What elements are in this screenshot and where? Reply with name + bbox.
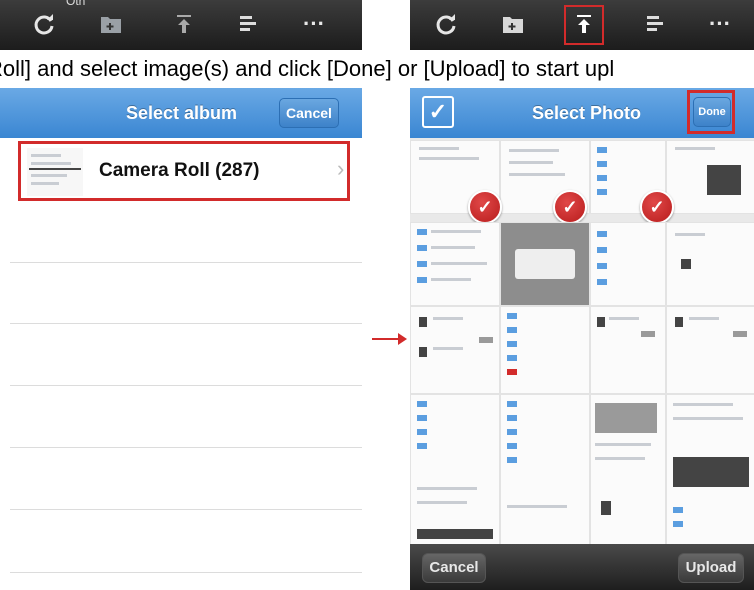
- list-separator: [10, 385, 362, 386]
- upload-button[interactable]: Upload: [678, 553, 744, 583]
- cancel-label: Cancel: [429, 559, 479, 576]
- photo-thumbnail[interactable]: [590, 394, 666, 546]
- cancel-button[interactable]: Cancel: [279, 98, 339, 128]
- refresh-icon[interactable]: [30, 10, 58, 38]
- album-name: Camera Roll (287): [99, 160, 260, 181]
- caption-text: Roll] and select image(s) and click [Don…: [0, 56, 615, 81]
- select-all-checkbox[interactable]: ✓: [422, 96, 454, 128]
- more-dots: ···: [303, 11, 325, 36]
- page-title: Select Photo: [532, 103, 642, 123]
- photo-navbar: ✓ Select Photo Done: [410, 88, 754, 138]
- sort-icon[interactable]: [234, 10, 262, 38]
- cancel-label: Cancel: [286, 105, 332, 121]
- chevron-right-icon: ›: [337, 156, 345, 181]
- list-separator: [10, 447, 362, 448]
- photo-thumbnail[interactable]: [410, 394, 500, 546]
- photo-thumbnail[interactable]: [666, 140, 754, 214]
- cancel-button[interactable]: Cancel: [422, 553, 486, 583]
- more-dots: ···: [709, 11, 731, 36]
- photo-thumbnail[interactable]: [500, 222, 590, 306]
- pointer-arrow-icon: [372, 332, 408, 346]
- more-icon[interactable]: ···: [706, 10, 734, 38]
- folder-add-icon[interactable]: [499, 10, 527, 38]
- right-toolbar: ···: [410, 0, 754, 50]
- photo-thumbnail[interactable]: [500, 394, 590, 546]
- folder-add-icon[interactable]: [97, 10, 125, 38]
- page-title: Select album: [126, 103, 238, 123]
- upload-icon[interactable]: [570, 10, 598, 38]
- album-thumbnail: [27, 148, 83, 196]
- photo-thumbnail[interactable]: [666, 222, 754, 306]
- list-separator: [10, 509, 362, 510]
- sort-icon[interactable]: [641, 10, 669, 38]
- more-icon[interactable]: ···: [300, 10, 328, 38]
- done-button[interactable]: Done: [693, 97, 731, 127]
- album-row-camera-roll[interactable]: Camera Roll (287) ›: [18, 141, 350, 201]
- album-navbar: Select album Cancel: [0, 88, 362, 138]
- photo-thumbnail[interactable]: [590, 222, 666, 306]
- photo-thumbnail[interactable]: [590, 306, 666, 394]
- photo-thumbnail[interactable]: [410, 222, 500, 306]
- photo-thumbnail[interactable]: [666, 394, 754, 546]
- list-separator: [10, 262, 362, 263]
- left-toolbar: Oth ···: [0, 0, 362, 50]
- selected-check-icon: ✓: [468, 190, 502, 224]
- selected-check-icon: ✓: [553, 190, 587, 224]
- checkbox-mark: ✓: [428, 99, 448, 124]
- photo-thumbnail[interactable]: [410, 306, 500, 394]
- done-label: Done: [698, 106, 726, 118]
- photo-bottom-bar: Cancel Upload: [410, 544, 754, 590]
- selected-check-icon: ✓: [640, 190, 674, 224]
- list-separator: [10, 323, 362, 324]
- partial-label: Oth: [66, 0, 86, 8]
- list-separator: [10, 572, 362, 573]
- upload-icon[interactable]: [170, 10, 198, 38]
- photo-thumbnail[interactable]: [500, 306, 590, 394]
- upload-label: Upload: [685, 559, 737, 576]
- photo-thumbnail[interactable]: [666, 306, 754, 394]
- refresh-icon[interactable]: [432, 10, 460, 38]
- instruction-caption: Roll] and select image(s) and click [Don…: [0, 50, 754, 88]
